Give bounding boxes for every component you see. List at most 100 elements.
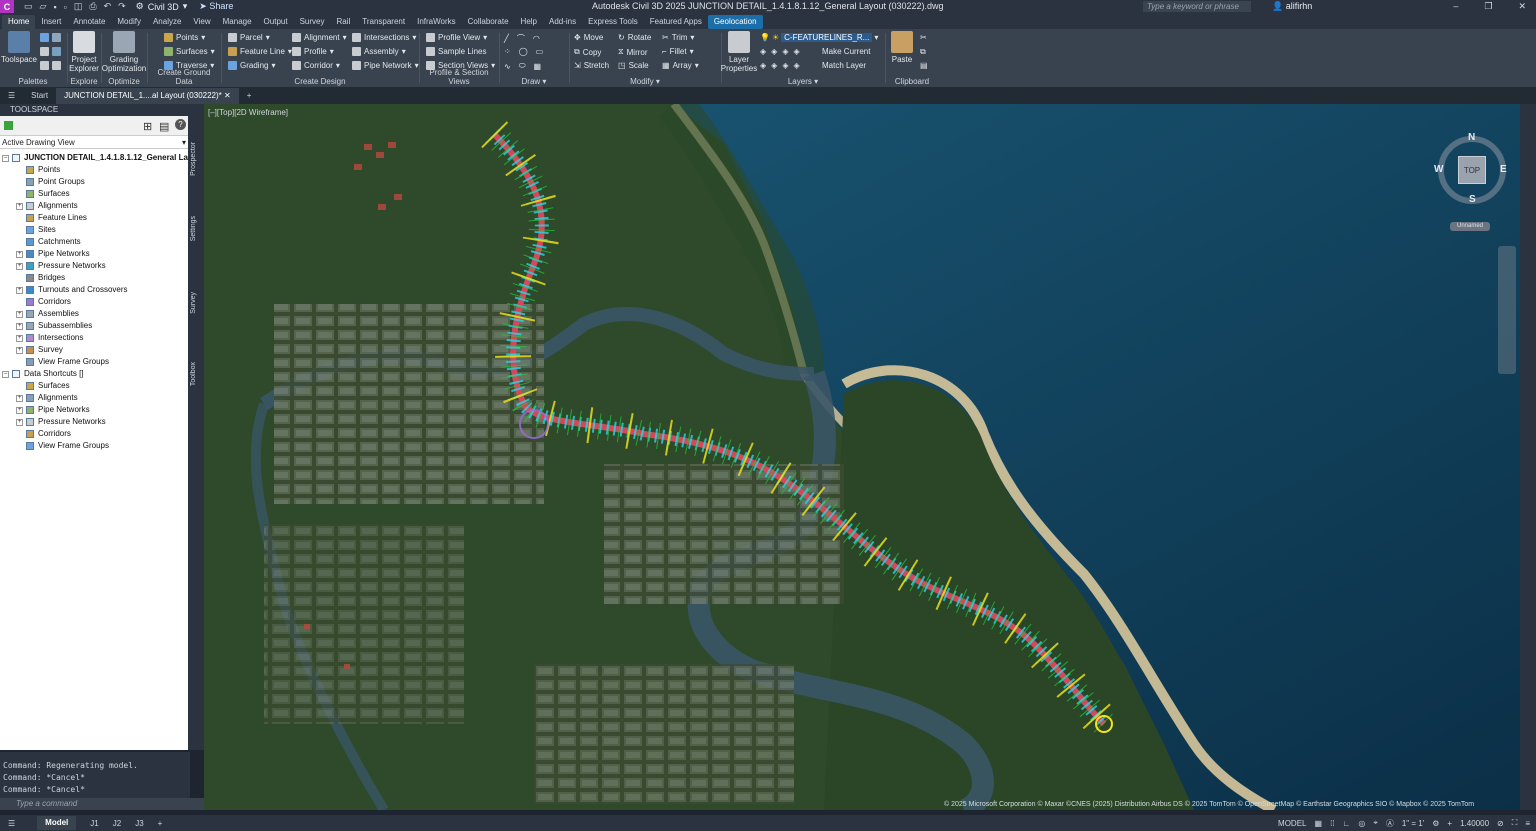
layer-lock-icon[interactable]: ◈ <box>793 47 799 56</box>
user-account[interactable]: 👤 alifirhn <box>1272 0 1312 13</box>
polyline-icon[interactable]: ⌒ <box>517 33 525 44</box>
tree-item-turnouts-and-crossovers[interactable]: + Turnouts and Crossovers <box>0 284 188 296</box>
layout-tab-j3[interactable]: J3 <box>135 819 143 828</box>
tree-item-intersections[interactable]: + Intersections <box>0 332 188 344</box>
ribbon-tab-featured-apps[interactable]: Featured Apps <box>644 15 708 29</box>
cut-button[interactable]: ✂ <box>920 33 927 42</box>
prospector-tab[interactable]: Prospector <box>190 142 197 176</box>
command-input[interactable]: Type a command <box>0 798 204 810</box>
undo-icon[interactable]: ↶ <box>104 1 112 12</box>
layer-freeze-icon[interactable]: ◈ <box>782 47 788 56</box>
sample-lines-button[interactable]: Sample Lines <box>426 47 486 56</box>
viewcube-top-face[interactable]: TOP <box>1458 156 1486 184</box>
redo-icon[interactable]: ↷ <box>118 1 126 12</box>
ribbon-tab-collaborate[interactable]: Collaborate <box>462 15 515 29</box>
project-explorer-button[interactable]: Project Explorer <box>68 31 100 73</box>
stretch-button[interactable]: ⇲ Stretch <box>574 61 609 70</box>
expand-icon[interactable]: + <box>16 250 23 258</box>
ortho-icon[interactable]: ∟ <box>1343 819 1351 828</box>
tree-item-view-frame-groups[interactable]: +View Frame Groups <box>0 356 188 368</box>
survey-tab[interactable]: Survey <box>190 292 197 314</box>
ribbon-tab-output[interactable]: Output <box>258 15 294 29</box>
ribbon-tab-help[interactable]: Help <box>515 15 543 29</box>
pipe-network-button[interactable]: Pipe Network ▾ <box>352 61 419 70</box>
expand-icon[interactable]: + <box>16 394 23 402</box>
ribbon-tab-rail[interactable]: Rail <box>330 15 356 29</box>
make-current-button[interactable]: Make Current <box>822 47 870 56</box>
tree-view-icon[interactable]: ⊞ <box>143 120 152 133</box>
zoom-value[interactable]: 1.40000 <box>1460 819 1489 828</box>
expand-icon[interactable]: + <box>16 334 23 342</box>
osnap-icon[interactable]: ⌖ <box>1373 818 1378 828</box>
tree-item-points[interactable]: +Points <box>0 164 188 176</box>
layer-dropdown[interactable]: 💡 ☀ C-FEATURELINES_R... ▾ <box>760 33 878 42</box>
share-button[interactable]: ➤ Share <box>199 1 233 12</box>
tree-item-corridors[interactable]: +Corridors <box>0 296 188 308</box>
surfaces-button[interactable]: Surfaces ▾ <box>164 47 215 56</box>
settings-tab[interactable]: Settings <box>190 216 197 241</box>
new-tab-icon[interactable]: + <box>239 88 260 104</box>
ribbon-tab-transparent[interactable]: Transparent <box>356 15 411 29</box>
viewcube[interactable]: TOP N S E W <box>1434 132 1507 205</box>
save-icon[interactable]: ▪ <box>53 2 56 12</box>
wcs-menu[interactable]: Unnamed <box>1450 222 1490 231</box>
copy-button[interactable]: ⧉ Copy <box>574 47 601 57</box>
palette-tool-2[interactable] <box>40 47 61 56</box>
expand-icon[interactable]: + <box>16 322 23 330</box>
compass-south[interactable]: S <box>1469 194 1476 205</box>
grid-icon[interactable]: ▦ <box>1315 819 1323 828</box>
collapse-icon[interactable]: – <box>2 154 9 162</box>
palette-tool-1[interactable] <box>40 33 61 42</box>
assembly-button[interactable]: Assembly ▾ <box>352 47 406 56</box>
tree-item-pressure-networks[interactable]: + Pressure Networks <box>0 260 188 272</box>
expand-icon[interactable]: + <box>16 262 23 270</box>
mirror-button[interactable]: ⧖ Mirror <box>618 47 648 57</box>
close-tab-icon[interactable]: ✕ <box>224 91 231 100</box>
toolspace-button[interactable]: Toolspace <box>1 31 37 64</box>
ribbon-tab-view[interactable]: View <box>187 15 216 29</box>
ribbon-tab-add-ins[interactable]: Add-ins <box>543 15 582 29</box>
compass-east[interactable]: E <box>1500 164 1507 175</box>
start-tab[interactable]: Start <box>23 88 56 104</box>
corridor-button[interactable]: Corridor ▾ <box>292 61 340 70</box>
gear-icon[interactable]: ⚙ <box>1432 819 1439 828</box>
ribbon-tab-express-tools[interactable]: Express Tools <box>582 15 644 29</box>
layer-isolate-icon[interactable]: ◈ <box>771 47 777 56</box>
toolbox-tab[interactable]: Toolbox <box>190 362 197 386</box>
spline-icon[interactable]: ∿ <box>504 62 511 71</box>
tree-item-survey[interactable]: + Survey <box>0 344 188 356</box>
circle-icon[interactable]: ◯ <box>519 47 528 56</box>
tree-item-sites[interactable]: +Sites <box>0 224 188 236</box>
tree-item-feature-lines[interactable]: +Feature Lines <box>0 212 188 224</box>
tree-item-surfaces[interactable]: +Surfaces <box>0 188 188 200</box>
help-icon[interactable]: ? <box>175 119 186 130</box>
expand-icon[interactable]: + <box>16 310 23 318</box>
expand-icon[interactable]: + <box>16 418 23 426</box>
model-tab[interactable]: Model <box>37 816 77 830</box>
customize-icon[interactable]: ≡ <box>1525 819 1530 828</box>
tree-item-pressure-networks[interactable]: + Pressure Networks <box>0 416 188 428</box>
tree-item-corridors[interactable]: +Corridors <box>0 428 188 440</box>
close-icon[interactable]: ✕ <box>1518 0 1526 13</box>
new-file-icon[interactable]: ▭ <box>24 1 33 12</box>
layout-tab-j1[interactable]: J1 <box>90 819 98 828</box>
expand-icon[interactable]: + <box>16 202 23 210</box>
grading-button[interactable]: Grading ▾ <box>228 61 275 70</box>
annotation-icon[interactable]: Ⓐ <box>1386 818 1394 829</box>
hamburger-icon[interactable]: ☰ <box>8 819 15 828</box>
web-open-icon[interactable]: ◫ <box>74 1 83 12</box>
points-button[interactable]: Points ▾ <box>164 33 205 42</box>
trim-button[interactable]: ✂ Trim ▾ <box>662 33 694 42</box>
layer-off-icon[interactable]: ◈ <box>760 47 766 56</box>
expand-icon[interactable]: + <box>16 406 23 414</box>
tree-item-alignments[interactable]: + Alignments <box>0 392 188 404</box>
model-space-toggle[interactable]: MODEL <box>1278 819 1306 828</box>
fullscreen-icon[interactable]: ⛶ <box>1512 818 1518 828</box>
fillet-button[interactable]: ⌐ Fillet ▾ <box>662 47 694 56</box>
tree-item-subassemblies[interactable]: + Subassemblies <box>0 320 188 332</box>
viewport-controls[interactable]: [–][Top][2D Wireframe] <box>208 108 288 117</box>
layer-thaw-icon[interactable]: ◈ <box>782 61 788 70</box>
region-icon[interactable]: ▦ <box>534 62 542 71</box>
copy-clip-button[interactable]: ⧉ <box>920 47 926 57</box>
profile-view-button[interactable]: Profile View ▾ <box>426 33 487 42</box>
